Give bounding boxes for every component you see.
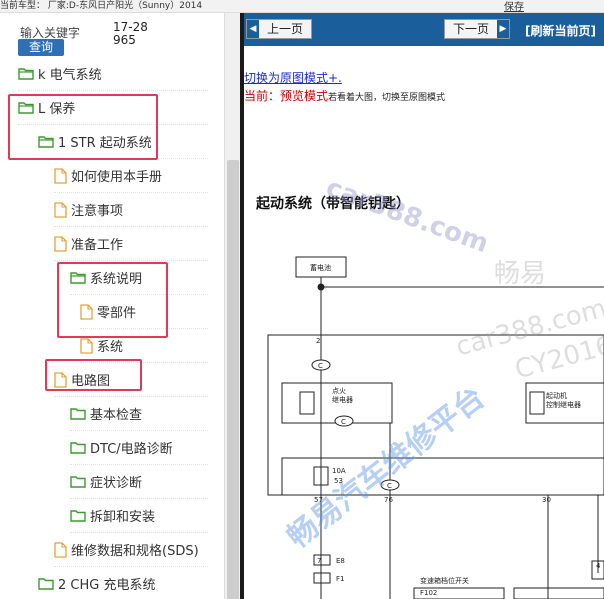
top-bar: 当前车型： 厂家:D-东风日产阳光（Sunny）2014 保存 [0, 0, 604, 13]
arrow-left-icon: ◀ [247, 20, 259, 38]
refresh-page-link[interactable]: [刷新当前页] [525, 22, 596, 39]
tree-item-charging-system[interactable]: 2 CHG 充电系统 [38, 567, 208, 599]
current-mode-label: 当前：预览模式 [244, 89, 329, 103]
switch-original-mode-link[interactable]: 切换为原图模式+. [244, 69, 342, 86]
connector-e8: E8 [336, 557, 345, 565]
arrow-right-icon: ▶ [497, 20, 509, 38]
tree-item-electrical-system[interactable]: k 电气系统 [18, 57, 208, 91]
page-icon [54, 167, 67, 184]
current-mode-hint: 若看着大图，切换至原图模式 [328, 93, 446, 103]
wire-num-2: 2 [316, 337, 320, 345]
highlight-box [57, 262, 168, 338]
folder-icon [70, 509, 86, 522]
folder-icon [70, 475, 86, 488]
folder-icon [70, 407, 86, 420]
fuse-label: 10A [332, 467, 346, 475]
connector-c: C [318, 362, 323, 370]
wire-num-30: 30 [542, 496, 551, 504]
connector-f1: F1 [336, 575, 344, 583]
tree-item-dtc-diagnosis[interactable]: DTC/电路诊断 [70, 431, 208, 465]
tree-item-label: 准备工作 [71, 238, 124, 253]
save-link[interactable]: 保存 [504, 0, 524, 13]
wire-num-57: 57 [314, 496, 323, 504]
tree-item-symptom-diagnosis[interactable]: 症状诊断 [70, 465, 208, 499]
battery-label: 蓄电池 [310, 263, 331, 272]
page-nav-bar: ◀ 上一页 下一页 ▶ [刷新当前页] [244, 13, 604, 46]
tree-item-label: 基本检查 [90, 408, 143, 423]
tree-item-label: 维修数据和规格(SDS) [71, 544, 199, 559]
tree-item-basic-inspection[interactable]: 基本检查 [70, 397, 208, 431]
content-panel: ◀ 上一页 下一页 ▶ [刷新当前页] 切换为原图模式+. 当前：预览模式若看着… [244, 13, 604, 599]
prev-page-button[interactable]: ◀ 上一页 [246, 19, 312, 39]
fuse-number: 53 [334, 477, 343, 485]
tree-item-preparation[interactable]: 准备工作 [54, 227, 208, 261]
tree-item-label: 注意事项 [71, 204, 124, 219]
tree-item-label: k 电气系统 [38, 68, 102, 83]
tree-item-label: 如何使用本手册 [71, 170, 163, 185]
tree-item-service-data[interactable]: 维修数据和规格(SDS) [54, 533, 208, 567]
tree-item-label: 症状诊断 [90, 476, 143, 491]
tree-item-how-to-use[interactable]: 如何使用本手册 [54, 159, 208, 193]
tree-item-label: 2 CHG 充电系统 [58, 578, 156, 593]
tree-item-label: 系统 [97, 340, 124, 355]
wire-num-7: 7 [317, 557, 321, 565]
connector-c: C [387, 482, 392, 490]
page-icon [80, 337, 93, 354]
search-button[interactable]: 查询 [18, 39, 64, 56]
wire-num-4: 4 [596, 562, 601, 570]
tree-item-label: 拆卸和安装 [90, 510, 156, 525]
switch-label: 变速箱档位开关 [420, 576, 469, 585]
ignition-relay-label-2: 继电器 [332, 395, 353, 404]
tree-item-precautions[interactable]: 注意事项 [54, 193, 208, 227]
sidebar-tree: 输入关键字 17-28965 查询 k 电气系统 L 保养 1 STR 起动系统… [0, 13, 222, 599]
next-page-button[interactable]: 下一页 ▶ [444, 19, 510, 39]
ignition-relay-label: 点火 [332, 387, 346, 395]
starter-relay-label: 起动机 [546, 391, 567, 400]
highlight-box [45, 359, 142, 391]
page-icon [54, 235, 67, 252]
tree-item-label: DTC/电路诊断 [90, 442, 173, 457]
current-mode-line: 当前：预览模式若看着大图，切换至原图模式 [244, 87, 445, 104]
sidebar-scrollbar[interactable] [224, 13, 240, 599]
tree-item-removal-installation[interactable]: 拆卸和安装 [70, 499, 208, 533]
connector-f102: F102 [420, 589, 437, 597]
starter-relay-label-2: 控制继电器 [546, 400, 581, 409]
page-icon [54, 541, 67, 558]
scrollbar-thumb[interactable] [227, 160, 239, 599]
folder-icon [38, 577, 54, 590]
folder-icon [70, 441, 86, 454]
highlight-box [8, 94, 158, 160]
folder-open-icon [18, 67, 34, 80]
wiring-diagram[interactable]: 蓄电池 2 57 76 30 4 7 点火 继电器 起动机 控制继电器 10A … [244, 243, 604, 599]
search-input[interactable]: 17-28965 [113, 21, 153, 47]
diagram-title: 起动系统（带智能钥匙） [256, 196, 410, 212]
wire-num-76: 76 [384, 496, 393, 504]
current-vehicle-text: 当前车型： 厂家:D-东风日产阳光（Sunny）2014 [0, 1, 203, 11]
page-icon [54, 201, 67, 218]
connector-c: C [341, 418, 346, 426]
